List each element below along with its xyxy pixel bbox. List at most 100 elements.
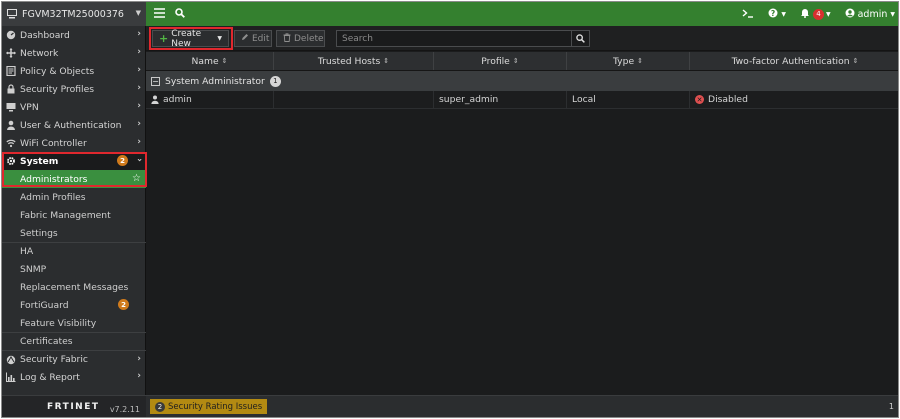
sidebar-subitem-label: Fabric Management <box>20 209 111 221</box>
network-icon <box>6 48 16 58</box>
gear-icon <box>6 156 16 166</box>
chart-icon <box>6 372 16 382</box>
sidebar-item-system[interactable]: System 2 › <box>2 152 146 170</box>
group-row-system-administrator[interactable]: − System Administrator 1 <box>146 71 898 91</box>
sidebar-item-network[interactable]: Network › <box>2 44 146 62</box>
sidebar-item-label: Security Profiles <box>20 83 95 95</box>
collapse-icon[interactable]: − <box>151 76 160 86</box>
sidebar-subitem-ha[interactable]: HA <box>2 242 146 260</box>
disabled-x-icon: ✕ <box>695 95 704 104</box>
sidebar-subitem-snmp[interactable]: SNMP <box>2 260 146 278</box>
sidebar-subitem-certificates[interactable]: Certificates <box>2 332 146 350</box>
column-header-name[interactable]: Name ⇕ <box>146 52 274 70</box>
system-notification-badge: 2 <box>117 155 128 166</box>
cli-console-icon[interactable] <box>742 8 754 21</box>
notifications-menu[interactable]: 4 ▼ <box>800 8 831 21</box>
sidebar-subitem-label: SNMP <box>20 263 47 275</box>
sidebar-subitem-label: Admin Profiles <box>20 191 86 203</box>
chevron-right-icon: › <box>137 83 141 93</box>
rating-count-badge: 2 <box>155 401 165 412</box>
sidebar-item-dashboard[interactable]: Dashboard › <box>2 26 146 44</box>
sort-icon: ⇕ <box>383 57 390 65</box>
column-header-trusted-hosts[interactable]: Trusted Hosts ⇕ <box>274 52 434 70</box>
sidebar-item-log-report[interactable]: Log & Report › <box>2 368 146 386</box>
sort-icon: ⇕ <box>221 57 228 65</box>
delete-button[interactable]: Delete <box>276 30 325 47</box>
search-button[interactable] <box>571 31 589 46</box>
caret-down-icon: ▼ <box>825 10 831 18</box>
chevron-right-icon: › <box>137 137 141 147</box>
search-input[interactable] <box>337 31 571 46</box>
sidebar-subitem-label: Administrators <box>20 173 88 185</box>
cell-name: admin <box>146 91 274 108</box>
chevron-right-icon: › <box>137 371 141 381</box>
notification-count-badge: 4 <box>812 8 824 20</box>
sidebar-item-policy-objects[interactable]: Policy & Objects › <box>2 62 146 80</box>
sidebar-item-label: System <box>20 155 59 167</box>
sidebar-subitem-admin-profiles[interactable]: Admin Profiles <box>2 188 146 206</box>
administrators-table: Name ⇕ Trusted Hosts ⇕ Profile ⇕ Type ⇕ Two-… <box>146 52 898 109</box>
column-header-profile[interactable]: Profile ⇕ <box>434 52 567 70</box>
rating-label: Security Rating Issues <box>168 401 263 412</box>
create-new-button[interactable]: + Create New ▼ <box>152 28 229 49</box>
table-header: Name ⇕ Trusted Hosts ⇕ Profile ⇕ Type ⇕ Two-… <box>146 52 898 71</box>
sidebar-item-label: User & Authentication <box>20 119 122 131</box>
edit-label: Edit <box>252 33 270 44</box>
sidebar-subitem-administrators[interactable]: Administrators ☆ <box>2 170 146 188</box>
cell-two-factor: ✕ Disabled <box>695 94 748 105</box>
dashboard-icon <box>6 30 16 40</box>
sidebar-subitem-label: FortiGuard <box>20 299 69 311</box>
table-row[interactable]: admin super_admin Local ✕ Disabled <box>146 91 898 109</box>
sidebar-item-label: Log & Report <box>20 371 80 383</box>
sidebar-item-security-fabric[interactable]: Security Fabric › <box>2 350 146 368</box>
sidebar-item-label: WiFi Controller <box>20 137 87 149</box>
edit-button[interactable]: Edit <box>234 30 272 47</box>
security-rating-issues-button[interactable]: 2 Security Rating Issues <box>150 399 268 414</box>
sidebar-subitem-feature-visibility[interactable]: Feature Visibility <box>2 314 146 332</box>
lock-icon <box>6 84 16 94</box>
chevron-right-icon: › <box>137 119 141 129</box>
sort-icon: ⇕ <box>512 57 519 65</box>
search-box <box>336 30 590 47</box>
sort-icon: ⇕ <box>637 57 643 65</box>
fabric-icon <box>6 355 16 365</box>
sidebar-item-user-authentication[interactable]: User & Authentication › <box>2 116 146 134</box>
column-header-two-factor[interactable]: Two-factor Authentication ⇕ <box>690 52 898 70</box>
sidebar-nav: Dashboard › Network › Policy & Objects › <box>2 26 146 386</box>
sort-icon: ⇕ <box>852 57 859 65</box>
column-header-type[interactable]: Type ⇕ <box>567 52 690 70</box>
bottom-bar: 2 Security Rating Issues 1 <box>146 395 898 417</box>
device-name: FGVM32TM25000376 <box>22 8 124 20</box>
sidebar: FGVM32TM25000376 ▼ Dashboard › Network › <box>2 2 147 417</box>
sidebar-subitem-replacement-messages[interactable]: Replacement Messages <box>2 278 146 296</box>
trash-icon <box>283 32 291 45</box>
caret-down-icon: ▼ <box>781 10 786 18</box>
search-icon <box>576 34 585 43</box>
create-new-label: Create New <box>171 28 202 49</box>
sidebar-item-security-profiles[interactable]: Security Profiles › <box>2 80 146 98</box>
user-icon <box>151 95 159 104</box>
row-count: 1 <box>888 402 894 411</box>
sidebar-subitem-label: Feature Visibility <box>20 317 97 329</box>
sidebar-subitem-label: Replacement Messages <box>20 281 129 293</box>
sidebar-item-label: Network <box>20 47 59 59</box>
sidebar-subitem-settings[interactable]: Settings <box>2 224 146 242</box>
star-icon[interactable]: ☆ <box>132 173 141 184</box>
device-selector[interactable]: FGVM32TM25000376 ▼ <box>2 2 146 26</box>
bell-icon <box>800 8 810 21</box>
sidebar-subitem-fortiguard[interactable]: FortiGuard 2 <box>2 296 146 314</box>
cell-type: Local <box>567 91 690 108</box>
user-icon <box>6 120 16 130</box>
chevron-right-icon: › <box>137 65 141 75</box>
menu-icon[interactable] <box>154 7 165 21</box>
user-name: admin <box>857 8 888 20</box>
sidebar-subitem-fabric-management[interactable]: Fabric Management <box>2 206 146 224</box>
chevron-down-icon: › <box>134 158 145 162</box>
user-menu[interactable]: admin ▼ <box>845 8 895 21</box>
sidebar-item-vpn[interactable]: VPN › <box>2 98 146 116</box>
search-icon[interactable] <box>175 7 185 21</box>
chevron-right-icon: › <box>137 29 141 39</box>
chevron-right-icon: › <box>137 354 141 364</box>
help-menu[interactable]: ? ▼ <box>768 8 786 21</box>
sidebar-item-wifi-controller[interactable]: WiFi Controller › <box>2 134 146 152</box>
